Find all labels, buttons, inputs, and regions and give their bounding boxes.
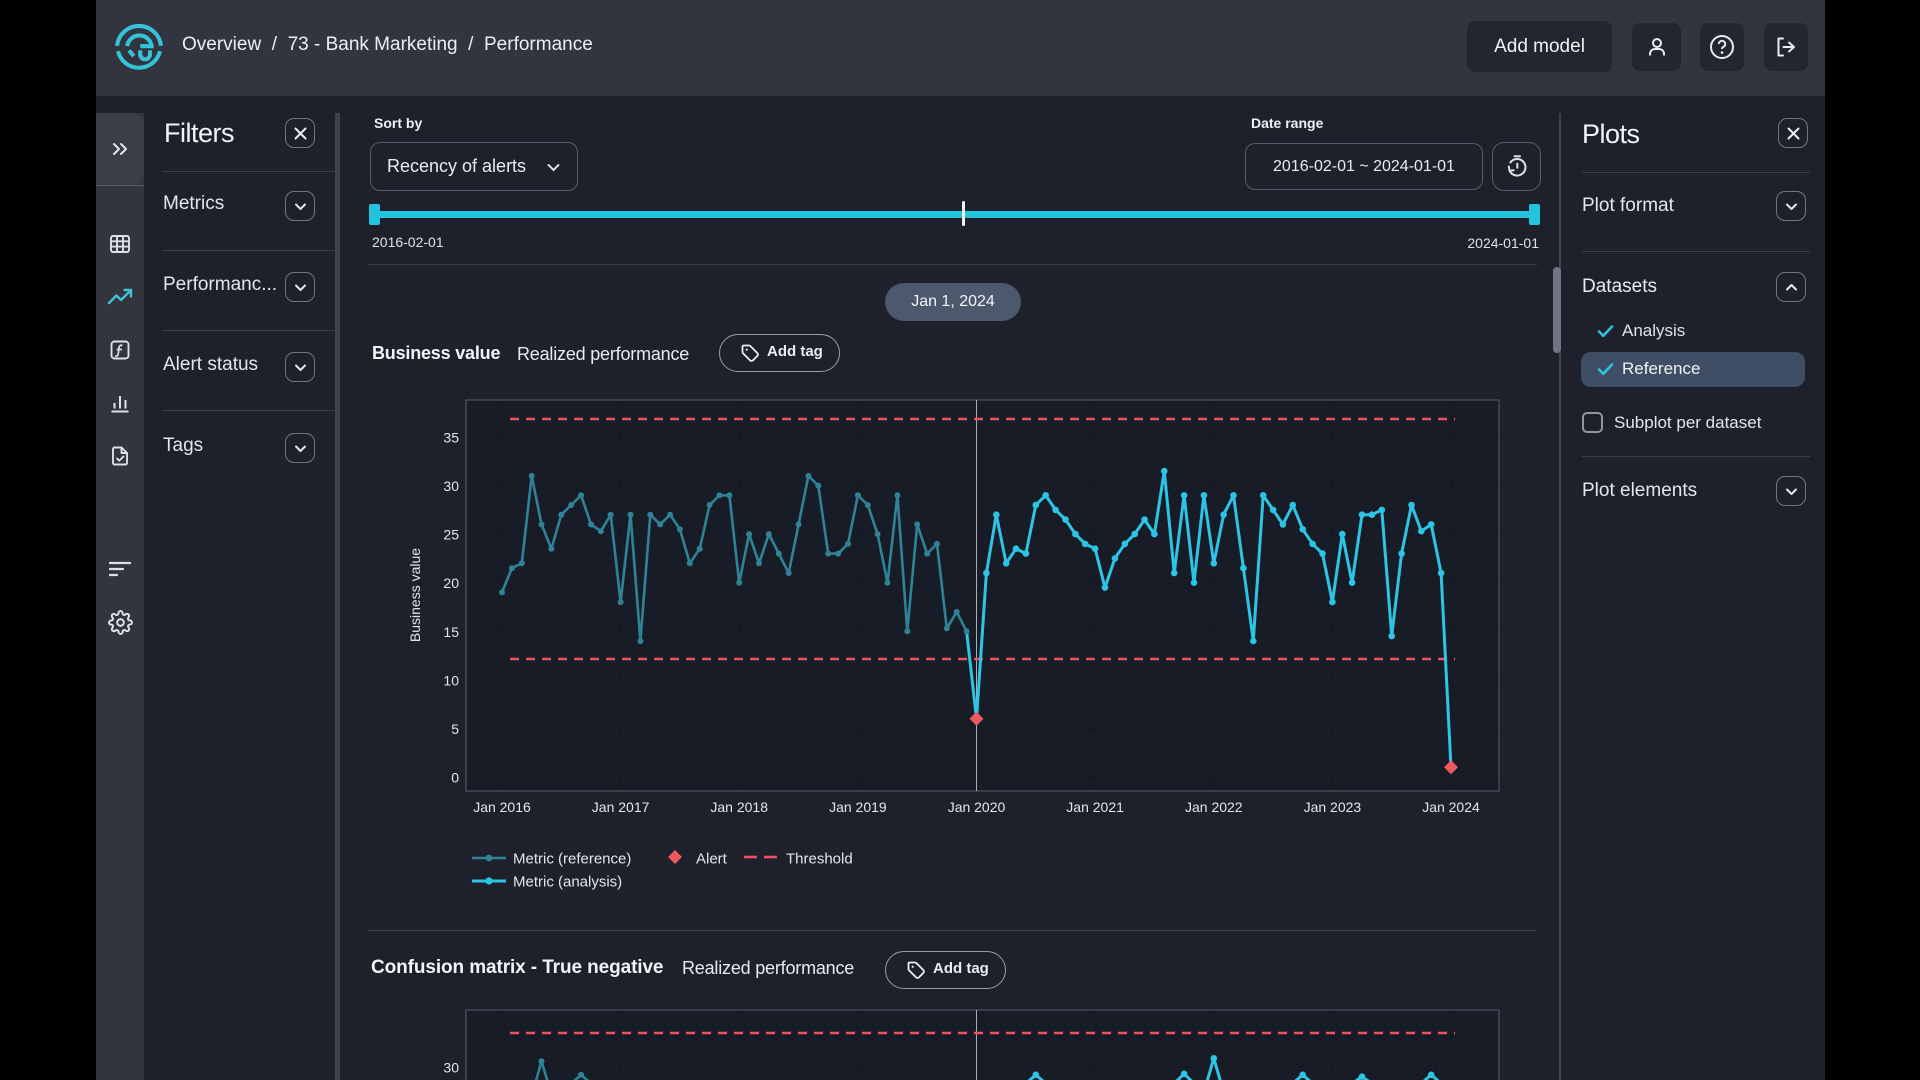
svg-text:15: 15 — [443, 624, 459, 640]
svg-text:30: 30 — [443, 1060, 459, 1076]
svg-text:Alert: Alert — [696, 851, 728, 868]
svg-text:Jan 2024: Jan 2024 — [1422, 799, 1480, 815]
svg-text:Jan 2018: Jan 2018 — [710, 799, 768, 815]
svg-text:10: 10 — [443, 672, 459, 688]
svg-text:5: 5 — [451, 721, 459, 737]
svg-text:Threshold: Threshold — [786, 851, 853, 868]
svg-text:Jan 2023: Jan 2023 — [1304, 799, 1362, 815]
svg-text:Jan 2017: Jan 2017 — [592, 799, 650, 815]
svg-text:Jan 2019: Jan 2019 — [829, 799, 887, 815]
svg-text:Jan 2022: Jan 2022 — [1185, 799, 1243, 815]
svg-text:35: 35 — [443, 430, 459, 446]
svg-text:Metric (analysis): Metric (analysis) — [513, 874, 622, 891]
svg-text:30: 30 — [443, 478, 459, 494]
svg-text:Jan 2020: Jan 2020 — [948, 799, 1006, 815]
svg-text:25: 25 — [443, 527, 459, 543]
svg-text:20: 20 — [443, 575, 459, 591]
svg-text:Jan 2016: Jan 2016 — [473, 799, 531, 815]
svg-text:0: 0 — [451, 770, 459, 786]
svg-text:Business value: Business value — [407, 548, 423, 642]
svg-text:Jan 2021: Jan 2021 — [1066, 799, 1124, 815]
svg-text:Metric (reference): Metric (reference) — [513, 851, 631, 868]
